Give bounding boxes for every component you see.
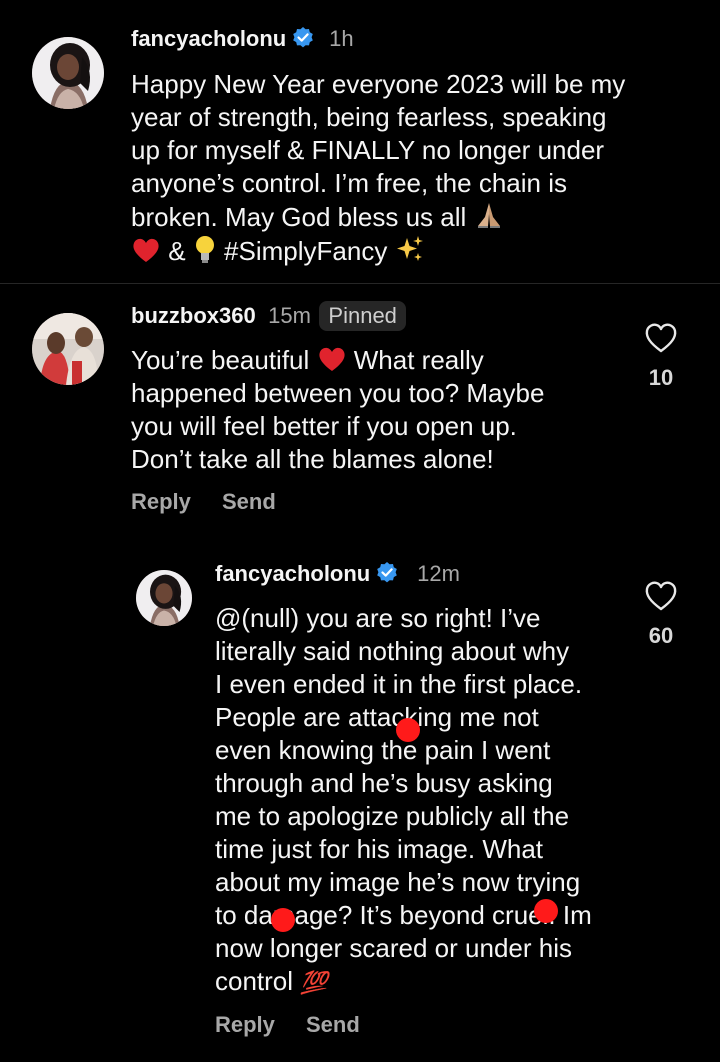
reply-time: 12m: [417, 561, 460, 586]
reply-line: control 💯: [215, 965, 635, 999]
comment-line: Don’t take all the blames alone!: [131, 444, 494, 474]
comment-line-text: You’re beautiful: [131, 345, 310, 375]
red-heart-icon: [133, 238, 159, 262]
red-heart-icon: [318, 347, 345, 371]
verified-badge-icon: [292, 27, 313, 48]
post-caption-line: up for myself & FINALLY no longer under: [131, 135, 605, 165]
reply-line: through and he’s busy asking: [215, 768, 553, 798]
comment-avatar[interactable]: [32, 313, 104, 385]
post-caption-line: year of strength, being fearless, speaki…: [131, 102, 607, 132]
comment-time: 15m: [268, 303, 311, 328]
reply-line: now longer scared or under his: [215, 933, 572, 963]
reply-line: @(null) you are so right! I’ve: [215, 603, 541, 633]
hundred-points-icon: 💯: [300, 970, 328, 995]
post-caption-line: & #SimplyFancy: [131, 234, 691, 268]
reply-line: about my image he’s now trying: [215, 867, 581, 897]
reply-line: I even ended it in the first place.: [215, 669, 583, 699]
redaction-dot: [271, 908, 295, 932]
heart-outline-icon[interactable]: [644, 580, 678, 612]
reply-line: People are attacking me not: [215, 702, 539, 732]
reply-line: time just for his image. What: [215, 834, 543, 864]
light-bulb-icon: [195, 236, 214, 263]
post-caption-amp: &: [168, 236, 186, 266]
comment-line-text: What really: [353, 345, 484, 375]
reply-line: me to apologize publicly all the: [215, 801, 570, 831]
hashtag-link[interactable]: #SimplyFancy: [224, 236, 387, 266]
post-avatar[interactable]: [32, 37, 104, 109]
reply-avatar[interactable]: [136, 570, 192, 626]
comment-like-count: 10: [648, 365, 674, 390]
post-caption-line: anyone’s control. I’m free, the chain is: [131, 168, 567, 198]
reply-line: even knowing the pain I went: [215, 735, 551, 765]
comment-username[interactable]: buzzbox360: [131, 303, 256, 328]
reply-text: @(null) you are so right! I’ve literally…: [215, 602, 635, 999]
comment-send-button[interactable]: Send: [222, 489, 276, 515]
comment-line: happened between you too? Maybe: [131, 378, 545, 408]
post-caption-line: Happy New Year everyone 2023 will be my: [131, 69, 626, 99]
pinned-badge: Pinned: [319, 301, 406, 331]
reply-line: literally said nothing about why: [215, 636, 570, 666]
reply-send-button[interactable]: Send: [306, 1012, 360, 1038]
heart-outline-icon[interactable]: [644, 322, 678, 354]
verified-badge-icon: [376, 562, 397, 583]
redaction-dot: [396, 718, 420, 742]
comment-text: You’re beautiful What really happened be…: [131, 344, 631, 476]
redaction-dot: [534, 899, 558, 923]
comment-line: You’re beautiful What really: [131, 344, 631, 377]
reply-like[interactable]: 60: [637, 580, 685, 649]
comment-reply-button[interactable]: Reply: [131, 489, 191, 515]
post-caption-line: broken. May God bless us all: [131, 200, 691, 234]
reply-username[interactable]: fancyacholonu: [215, 561, 370, 586]
reply-reply-button[interactable]: Reply: [215, 1012, 275, 1038]
reply-like-count: 60: [648, 623, 674, 648]
post-caption-text: broken. May God bless us all: [131, 202, 467, 232]
divider: [0, 283, 720, 284]
comment-like[interactable]: 10: [637, 322, 685, 391]
sparkles-icon: [396, 236, 423, 261]
post-username[interactable]: fancyacholonu: [131, 26, 286, 51]
reply-line-text: control: [215, 966, 294, 996]
praying-hands-icon: [477, 203, 500, 228]
post-caption: Happy New Year everyone 2023 will be my …: [131, 68, 691, 268]
comment-line: you will feel better if you open up.: [131, 411, 517, 441]
post-time: 1h: [329, 26, 354, 51]
